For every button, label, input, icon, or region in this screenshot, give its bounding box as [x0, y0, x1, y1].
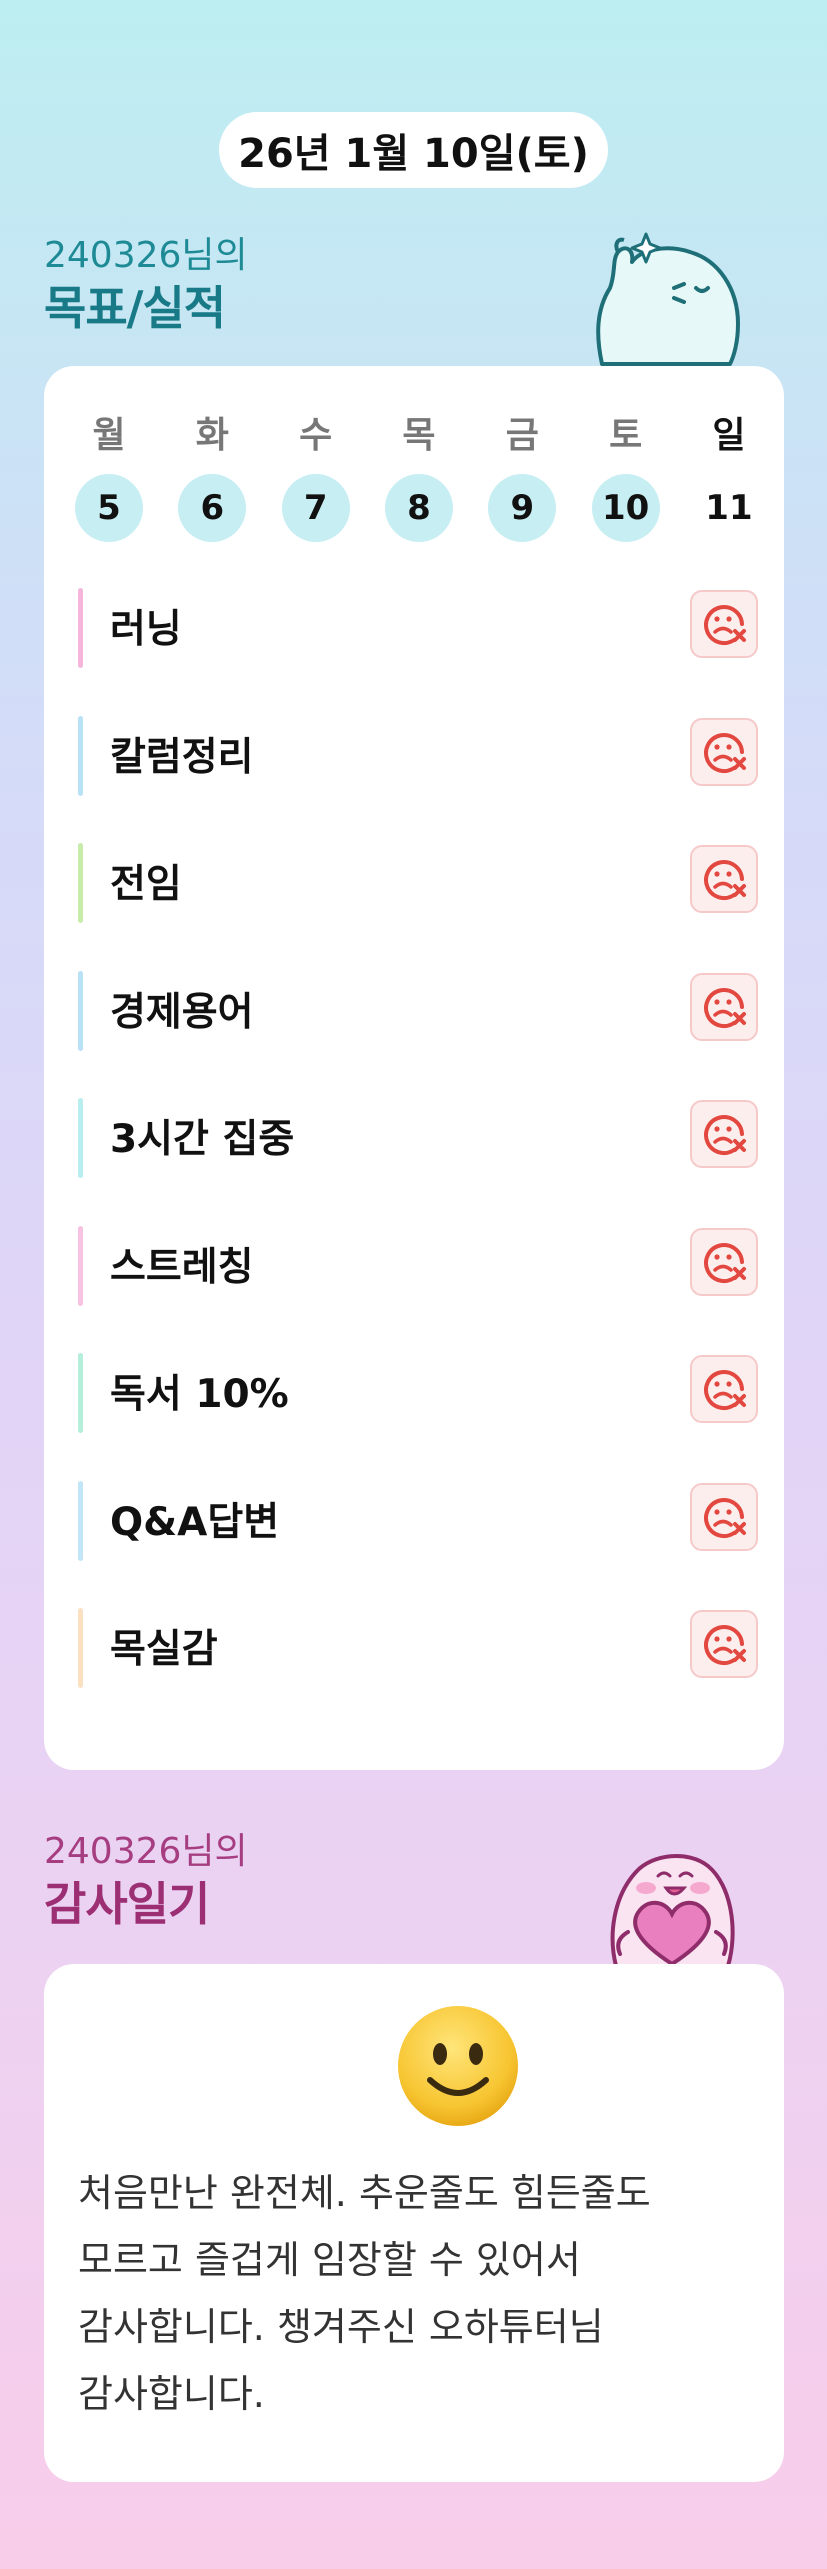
- day-name: 일: [712, 415, 746, 456]
- slightly-smiling-face-icon: [398, 2006, 518, 2126]
- day-sat[interactable]: 토 10: [591, 414, 661, 542]
- goal-label: Q&A답변: [110, 1499, 280, 1545]
- day-name: 수: [299, 415, 333, 456]
- day-mon[interactable]: 월 5: [74, 414, 144, 542]
- goal-row[interactable]: Q&A답변: [78, 1477, 758, 1561]
- goal-status-button[interactable]: [690, 1100, 758, 1168]
- goal-color-bar: [78, 1480, 83, 1561]
- goal-row[interactable]: 3시간 집중: [78, 1094, 758, 1178]
- day-sun[interactable]: 일 11: [694, 414, 764, 542]
- sad-x-icon: [704, 1625, 746, 1666]
- goal-label: 목실감: [110, 1627, 218, 1672]
- goal-status-button[interactable]: [690, 972, 758, 1041]
- sad-x-icon: [704, 732, 746, 773]
- sad-x-icon: [704, 1242, 746, 1283]
- day-tue[interactable]: 화 6: [177, 414, 247, 542]
- goal-color-bar: [78, 1098, 83, 1178]
- goal-color-bar: [78, 715, 83, 796]
- goal-row[interactable]: 러닝: [78, 584, 758, 668]
- day-name: 토: [609, 415, 643, 456]
- goal-status-button[interactable]: [690, 1355, 758, 1423]
- goals-user-line: 240326님의: [44, 235, 248, 276]
- goal-color-bar: [78, 1225, 83, 1306]
- goal-status-button[interactable]: [690, 1610, 758, 1678]
- sad-x-icon: [704, 605, 746, 646]
- goal-label: 3시간 집중: [110, 1117, 295, 1162]
- day-number: 11: [705, 488, 753, 528]
- goal-status-button[interactable]: [690, 590, 758, 658]
- goal-row[interactable]: 독서 10%: [78, 1349, 758, 1433]
- goals-title: 목표/실적: [44, 281, 226, 335]
- gratitude-card: 처음만난 완전체. 추운줄도 힘든줄도 모르고 즐겁게 임장할 수 있어서 감사…: [44, 1964, 784, 2482]
- day-number: 5: [75, 474, 143, 542]
- goal-label: 칼럼정리: [110, 734, 254, 780]
- day-wed[interactable]: 수 7: [281, 414, 351, 542]
- gratitude-text: 처음만난 완전체. 추운줄도 힘든줄도 모르고 즐겁게 임장할 수 있어서 감사…: [78, 2171, 651, 2416]
- goal-row[interactable]: 칼럼정리: [78, 712, 758, 796]
- goal-label: 전임: [110, 862, 182, 907]
- goal-status-button[interactable]: [690, 1482, 758, 1551]
- mascot-cheer-icon: [596, 232, 740, 366]
- goal-label: 독서 10%: [110, 1372, 289, 1417]
- goal-label: 스트레칭: [110, 1244, 254, 1290]
- goal-row[interactable]: 경제용어: [78, 967, 758, 1051]
- day-name: 화: [195, 415, 229, 456]
- week-strip: 월 5 화 6 수 7 목 8 금 9 토 10 일 11: [74, 414, 764, 542]
- day-number: 9: [488, 474, 557, 542]
- day-thu[interactable]: 목 8: [384, 414, 454, 542]
- day-name: 월: [92, 415, 126, 456]
- goals-card: 월 5 화 6 수 7 목 8 금 9 토 10 일 11 러닝칼럼정리전임경제…: [44, 366, 784, 1770]
- goal-color-bar: [78, 843, 83, 923]
- date-pill: 26년 1월 10일(토): [219, 112, 608, 188]
- sad-x-icon: [704, 1497, 746, 1538]
- goal-label: 경제용어: [110, 989, 254, 1035]
- goal-status-button[interactable]: [690, 1227, 758, 1296]
- gratitude-title: 감사일기: [44, 1877, 210, 1931]
- sad-x-icon: [704, 860, 746, 901]
- day-fri[interactable]: 금 9: [487, 414, 557, 542]
- goal-label: 러닝: [110, 607, 182, 652]
- day-number: 6: [178, 474, 247, 542]
- goal-color-bar: [78, 588, 83, 668]
- sad-x-icon: [704, 1370, 746, 1411]
- goal-row[interactable]: 전임: [78, 839, 758, 923]
- goal-row[interactable]: 스트레칭: [78, 1222, 758, 1306]
- day-name: 목: [402, 415, 436, 456]
- date-label: 26년 1월 10일(토): [238, 131, 589, 177]
- sad-x-icon: [704, 1115, 746, 1156]
- day-number: 7: [281, 474, 350, 542]
- goal-row[interactable]: 목실감: [78, 1604, 758, 1688]
- goal-color-bar: [78, 970, 83, 1051]
- goal-color-bar: [78, 1608, 83, 1688]
- day-number: 10: [591, 474, 660, 542]
- gratitude-user-line: 240326님의: [44, 1831, 248, 1872]
- day-number: 8: [384, 474, 453, 542]
- mascot-heart-icon: [610, 1854, 735, 1968]
- goal-status-button[interactable]: [690, 717, 758, 786]
- goal-status-button[interactable]: [690, 845, 758, 913]
- goal-color-bar: [78, 1353, 83, 1433]
- sad-x-icon: [704, 987, 746, 1028]
- day-name: 금: [505, 415, 539, 456]
